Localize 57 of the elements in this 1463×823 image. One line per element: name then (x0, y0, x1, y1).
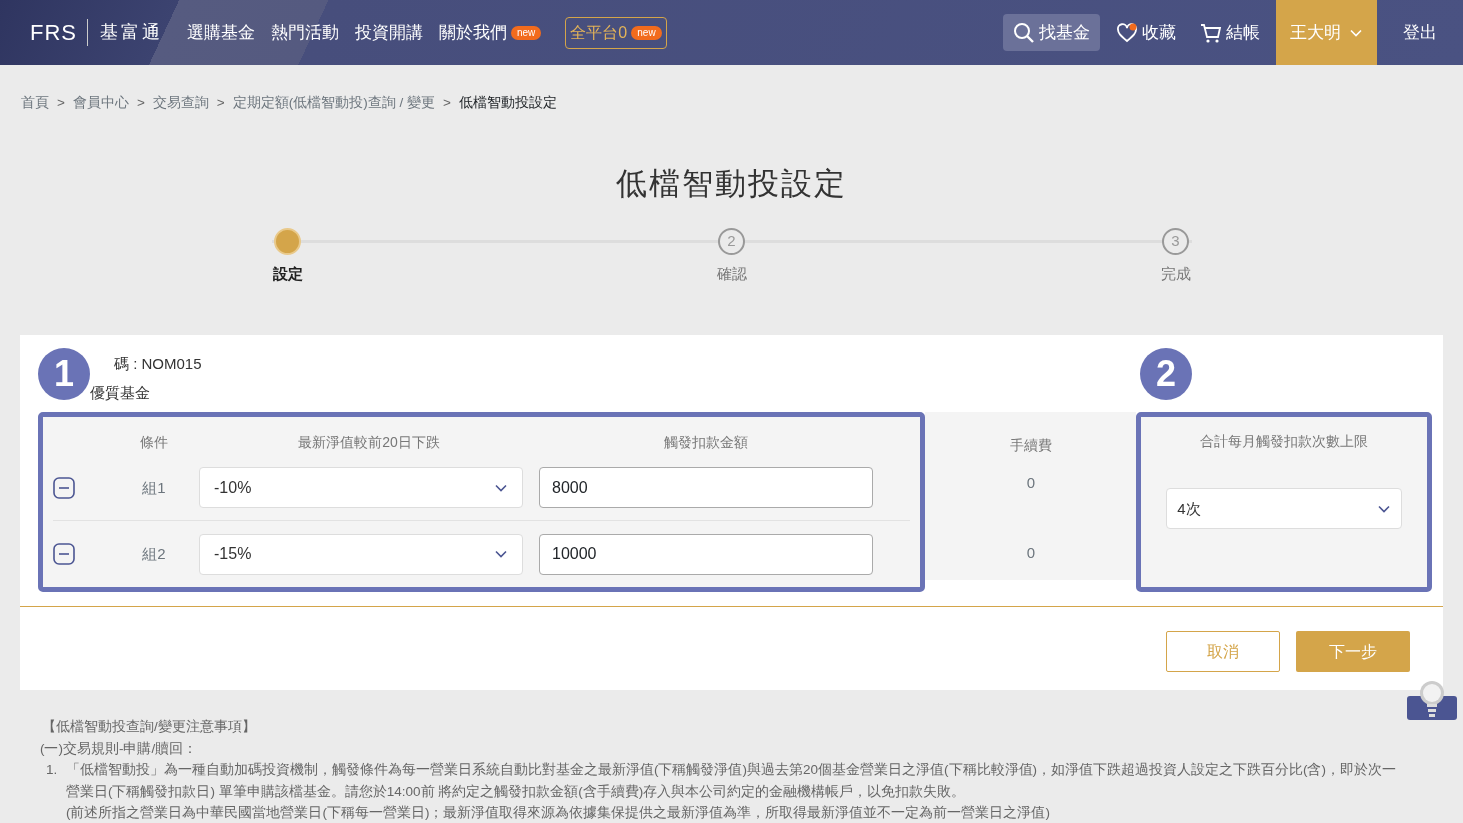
column-header: 最新淨值較前20日下跌 (297, 432, 441, 452)
notes-title: 【低檔智動投查詢/變更注意事項】 (42, 718, 257, 737)
amount-field[interactable]: 8000 (539, 467, 873, 509)
page-title: 低檔智動投設定 (615, 165, 848, 204)
fund-name: 優質基金 (90, 382, 150, 403)
list-number: 1. (46, 761, 59, 780)
new-badge: new (631, 25, 662, 40)
fund-code: 碼 : NOM015 (114, 354, 202, 375)
notes-subtitle: (一)交易規則-申購/贖回： (40, 739, 199, 758)
breadcrumb-link[interactable]: 首頁 (21, 93, 49, 114)
note-paragraph: 「低檔智動投」為一種自動加碼投資機制，觸發條件為每一營業日系統自動比對基金之最新淨值(下稱觸發淨值)與過去第20個基金營業日之淨值(下稱比較淨值)，如淨值下跌超過投資人設定之下跌百分比(含)，即於次一營業日(下稱觸發扣款日) 單筆申購該檔基金。請您於14:00前 將約定之觸發扣款金額(含手續費)存入與本公司約定的金融機構帳戶，以免扣款失敗。 (66, 761, 1397, 801)
column-header: 手續費 (1009, 436, 1052, 456)
breadcrumb-link[interactable]: 會員中心 (72, 93, 129, 114)
checkout-link[interactable]: 結帳 (1200, 19, 1260, 46)
group-label: 組2 (141, 544, 167, 564)
separator: > (136, 94, 145, 112)
breadcrumb-link[interactable]: 交易查詢 (152, 93, 209, 114)
group-label: 組1 (141, 477, 167, 498)
lightbulb-icon[interactable] (1407, 680, 1457, 720)
current-page: 低檔智動投設定 (458, 94, 557, 112)
logout-button[interactable]: 登出 (1377, 18, 1463, 47)
column-header: 觸發扣款金額 (663, 432, 749, 452)
step-label: 設定 (272, 263, 303, 284)
brand-name[interactable]: 基富通 (87, 19, 163, 46)
nav-link[interactable]: 關於我們 (439, 19, 507, 46)
logo[interactable]: FRS (30, 16, 77, 49)
search-button[interactable]: 找基金 (1003, 13, 1100, 52)
favorites-link[interactable]: 收藏 (1116, 19, 1176, 46)
separator: > (442, 94, 451, 112)
drop-select[interactable]: -15% (199, 533, 523, 575)
step-indicator: 3 (1162, 227, 1189, 255)
step-indicator: 2 (718, 227, 745, 255)
column-header: 條件 (139, 432, 169, 452)
cart-icon (1200, 21, 1222, 44)
separator: > (216, 94, 225, 112)
heart-icon (1116, 22, 1138, 43)
note-paragraph: (前述所指之營業日為中華民國當地營業日(下稱每一營業日)；最新淨值取得來源為依據集保提供之最新淨值為準，所取得最新淨值並不一定為前一營業日之淨值) (66, 804, 1051, 823)
separator: > (57, 94, 65, 112)
limit-select[interactable]: 4次 (1166, 488, 1402, 530)
column-header: 合計每月觸發扣款次數上限 (1200, 432, 1369, 452)
fee-value: 0 (1026, 473, 1035, 494)
remove-icon[interactable] (53, 543, 75, 566)
amount-field[interactable]: 10000 (539, 533, 873, 575)
step-label: 完成 (1160, 263, 1191, 284)
nav-link[interactable]: 熱門活動 (271, 19, 339, 46)
nav-link[interactable]: 選購基金 (187, 19, 255, 46)
remove-icon[interactable] (53, 476, 75, 499)
annotation-marker: 2 (1140, 348, 1192, 401)
new-badge: new (511, 25, 542, 40)
platform-button[interactable]: 全平台0 new (565, 16, 667, 49)
drop-select[interactable]: -10% (199, 467, 523, 509)
breadcrumb-link[interactable]: 定期定額(低檔智動投)查詢 / 變更 (232, 93, 435, 114)
annotation-marker: 1 (38, 348, 90, 401)
step-label: 確認 (716, 263, 747, 284)
nav-link[interactable]: 投資開講 (355, 19, 423, 46)
search-icon (1013, 21, 1035, 44)
fee-value: 0 (1026, 542, 1035, 563)
